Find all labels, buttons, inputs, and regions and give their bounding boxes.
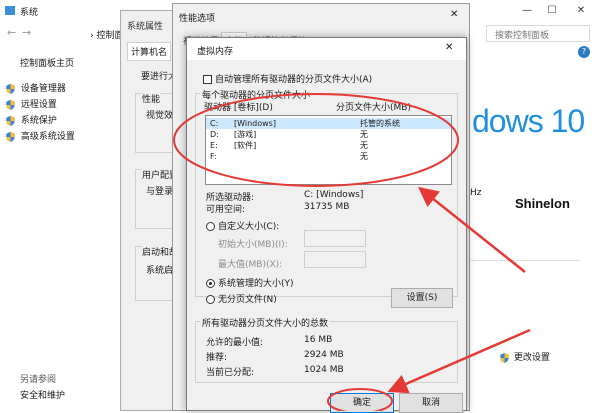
annotation-overlay: [173, 93, 531, 411]
drive-list-arrow: [418, 186, 526, 273]
drive-list-highlight-ellipse: [173, 93, 459, 187]
ok-button-highlight-ellipse: [327, 388, 393, 411]
ok-button-arrow: [387, 328, 531, 394]
